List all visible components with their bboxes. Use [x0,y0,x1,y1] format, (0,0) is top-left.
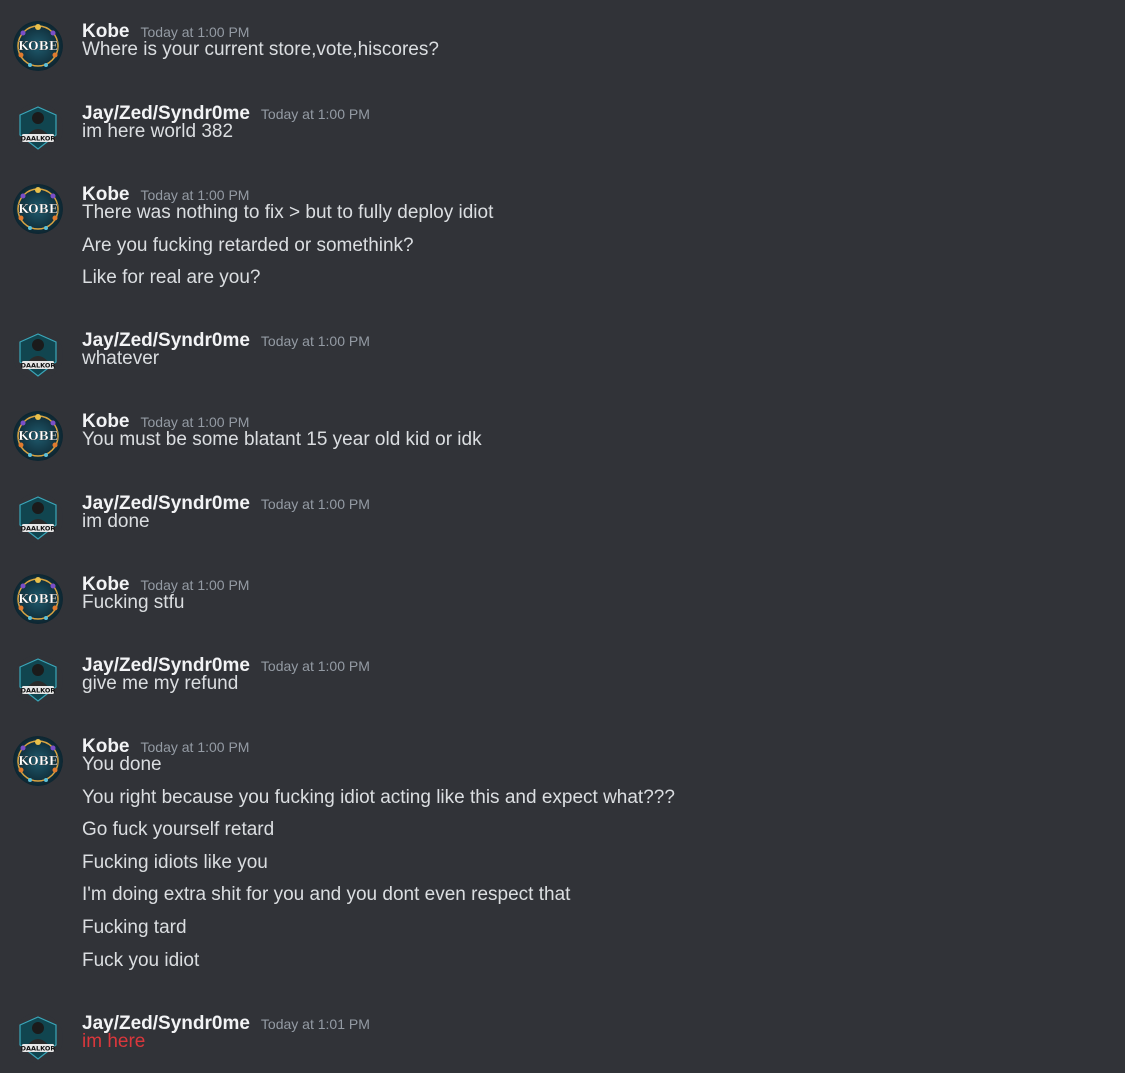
avatar-text: DAALKOR [21,525,56,533]
message-text: im done [82,511,150,532]
kobe-avatar[interactable]: KOBE [13,574,63,624]
avatar-text: KOBE [18,754,58,768]
message-text-failed: im here [82,1031,146,1052]
daalkor-avatar[interactable]: DAALKOR [13,1013,63,1063]
avatar-text: DAALKOR [21,362,56,370]
message-timestamp[interactable]: Today at 1:01 PM [261,1016,370,1032]
message-text: There was nothing to fix > but to fully … [82,202,494,223]
kobe-avatar[interactable]: KOBE [13,21,63,71]
message-text: Fucking tard [82,917,187,938]
message-text: Where is your current store,vote,hiscore… [82,39,439,60]
daalkor-avatar[interactable]: DAALKOR [13,103,63,153]
kobe-avatar[interactable]: KOBE [13,184,63,234]
message-text: im here world 382 [82,121,234,142]
kobe-avatar[interactable]: KOBE [13,411,63,461]
message-timestamp[interactable]: Today at 1:00 PM [141,24,250,40]
avatar-text: DAALKOR [21,135,56,143]
message-text: give me my refund [82,673,239,694]
message-text: Are you fucking retarded or somethink? [82,234,414,256]
kobe-avatar[interactable]: KOBE [13,736,63,786]
avatar-text: KOBE [18,202,58,216]
message-text: Go fuck yourself retard [82,819,275,841]
message-text: Fucking idiots like you [82,851,268,873]
message-text: Fuck you idiot [82,949,200,971]
avatar-text: KOBE [18,592,58,606]
message-timestamp[interactable]: Today at 1:00 PM [141,577,250,593]
daalkor-avatar[interactable]: DAALKOR [13,330,63,380]
message-timestamp[interactable]: Today at 1:00 PM [141,739,250,755]
message-timestamp[interactable]: Today at 1:00 PM [261,333,370,349]
avatar-text: DAALKOR [21,687,56,695]
avatar-text: DAALKOR [21,1045,56,1053]
avatar-text: KOBE [18,429,58,443]
daalkor-avatar[interactable]: DAALKOR [13,655,63,705]
message-timestamp[interactable]: Today at 1:00 PM [261,106,370,122]
message-text: Fucking stfu [82,592,185,613]
message-text: whatever [82,348,160,369]
message-timestamp[interactable]: Today at 1:00 PM [141,414,250,430]
message-text: You done [82,754,162,775]
message-timestamp[interactable]: Today at 1:00 PM [141,187,250,203]
message-text: Like for real are you? [82,267,261,289]
message-text: You right because you fucking idiot acti… [82,786,675,808]
avatar-text: KOBE [18,39,58,53]
chat-message-list: KOBE Kobe Today at 1:00 PM Where is your c… [0,0,1125,1073]
daalkor-avatar[interactable]: DAALKOR [13,493,63,543]
message-timestamp[interactable]: Today at 1:00 PM [261,658,370,674]
message-text: You must be some blatant 15 year old kid… [82,429,482,450]
message-timestamp[interactable]: Today at 1:00 PM [261,496,370,512]
message-text: I'm doing extra shit for you and you don… [82,884,571,906]
